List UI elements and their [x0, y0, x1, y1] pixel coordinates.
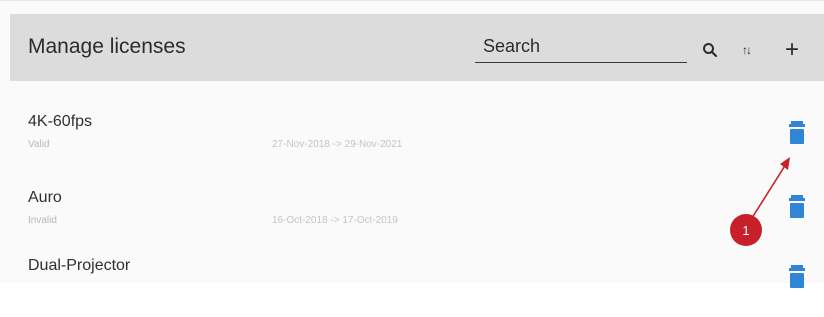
add-button[interactable]: +	[780, 38, 804, 62]
search-field[interactable]	[475, 32, 687, 63]
callout-badge: 1	[730, 214, 762, 246]
search-input[interactable]	[475, 32, 687, 60]
license-row[interactable]: Auro Invalid 16-Oct-2018 -> 17-Oct-2019	[10, 189, 824, 249]
license-row[interactable]: 4K-60fps Valid 27-Nov-2018 -> 29-Nov-202…	[10, 113, 824, 173]
license-dates: 27-Nov-2018 -> 29-Nov-2021	[272, 139, 403, 150]
trash-icon[interactable]	[788, 265, 806, 289]
license-status: Valid	[28, 139, 50, 150]
manage-licenses-panel: Manage licenses ↑↓ + 4K-60fps Valid 27-N…	[0, 0, 824, 288]
license-name: Auro	[28, 189, 62, 206]
license-dates: 16-Oct-2018 -> 17-Oct-2019	[272, 215, 398, 226]
license-name: Dual-Projector	[28, 257, 131, 274]
search-icon	[703, 43, 718, 58]
sort-button[interactable]: ↑↓	[734, 38, 758, 62]
license-row[interactable]: Dual-Projector	[10, 257, 824, 317]
search-button[interactable]	[698, 38, 722, 62]
sort-icon: ↑↓	[742, 43, 752, 57]
panel-header: Manage licenses ↑↓ +	[10, 14, 824, 81]
license-status: Invalid	[28, 215, 57, 226]
add-icon: +	[784, 36, 799, 63]
license-name: 4K-60fps	[28, 113, 93, 130]
trash-icon[interactable]	[788, 121, 806, 145]
page-title: Manage licenses	[28, 35, 186, 58]
trash-icon[interactable]	[788, 195, 806, 219]
